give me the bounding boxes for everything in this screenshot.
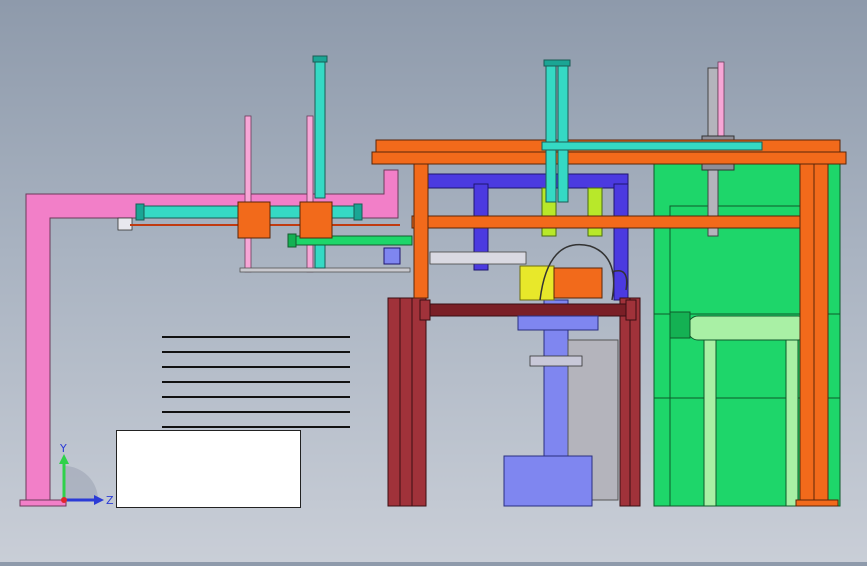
green-leg-left bbox=[703, 339, 717, 507]
cyan-horizontal-top bbox=[541, 141, 763, 151]
lift-column-collar bbox=[529, 355, 583, 367]
z-axis-label: Z bbox=[106, 494, 114, 507]
maroon-support-left[interactable] bbox=[387, 297, 427, 507]
pink-vertical-rod-right bbox=[306, 115, 314, 273]
cyan-cylinder-cap-right bbox=[353, 203, 363, 221]
cyan-cylinder-cap-left bbox=[135, 203, 145, 221]
dimension-lines bbox=[162, 336, 350, 428]
green-leg-right bbox=[785, 339, 799, 507]
maroon-pillar-3 bbox=[411, 297, 427, 507]
maroon-pillar-5 bbox=[629, 297, 641, 507]
maroon-pillar-4 bbox=[619, 297, 631, 507]
orange-foot-right bbox=[795, 499, 839, 507]
cad-viewport[interactable]: Y Z bbox=[0, 0, 867, 562]
orange-slider-block-right[interactable] bbox=[299, 201, 333, 239]
blue-frame-top bbox=[419, 173, 629, 189]
blue-frame-right-post bbox=[613, 183, 629, 301]
green-small-cap bbox=[287, 233, 297, 248]
orange-mid-rail bbox=[411, 215, 815, 229]
orange-post-left bbox=[413, 163, 429, 299]
cyan-center-cap bbox=[543, 59, 571, 67]
lift-column-base bbox=[503, 455, 593, 507]
cyan-cylinder-bracket bbox=[117, 217, 133, 231]
z-axis-arrow bbox=[94, 495, 104, 505]
orange-post-right-2 bbox=[813, 163, 829, 507]
cyan-center-rod-1 bbox=[545, 61, 557, 203]
maroon-pillar-2 bbox=[399, 297, 413, 507]
pink-vertical-rod-left bbox=[244, 115, 252, 273]
y-axis-arrow bbox=[59, 454, 69, 464]
lime-clamp-right bbox=[587, 187, 603, 237]
blue-motor bbox=[383, 247, 401, 265]
coordinate-axes-icon[interactable]: Y Z bbox=[44, 438, 124, 508]
y-axis-label: Y bbox=[59, 442, 67, 455]
maroon-cylinder-cap-right bbox=[625, 299, 637, 321]
yellow-actuator bbox=[519, 265, 555, 301]
central-lift-column[interactable] bbox=[503, 187, 628, 507]
maroon-cylinder-body bbox=[425, 303, 627, 317]
maroon-horizontal-cylinder[interactable] bbox=[419, 299, 637, 331]
blue-guide-bar bbox=[429, 251, 527, 265]
green-tank-cylinder bbox=[687, 315, 809, 341]
cyan-vertical-body bbox=[314, 57, 326, 199]
x-axis-dot bbox=[61, 497, 67, 503]
green-tank-cap bbox=[669, 311, 691, 339]
blue-cylinder-mount bbox=[517, 315, 599, 331]
maroon-support-right[interactable] bbox=[619, 297, 641, 507]
maroon-pillar-1 bbox=[387, 297, 401, 507]
cyan-vertical-cap bbox=[312, 55, 328, 63]
orange-slider-block-left[interactable] bbox=[237, 201, 271, 239]
orange-actuator-box bbox=[553, 267, 603, 299]
triad-base-quarter-disc bbox=[64, 466, 98, 500]
orange-post-right-1 bbox=[799, 163, 815, 507]
pink-rod-base-plate bbox=[239, 267, 411, 273]
maroon-cylinder-cap-left bbox=[419, 299, 431, 321]
title-block bbox=[116, 430, 301, 508]
cyan-center-rod-2 bbox=[557, 61, 569, 203]
orange-upper-rail bbox=[371, 151, 847, 165]
